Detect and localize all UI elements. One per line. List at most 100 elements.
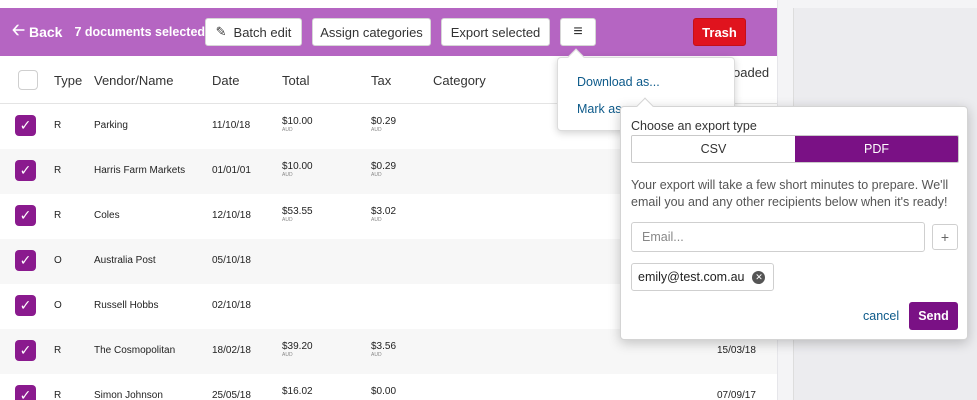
selected-count: 7 documents selected <box>74 25 206 39</box>
export-popover: Choose an export type CSV PDF Your expor… <box>620 97 968 340</box>
row-tax: $0.29 AUD <box>371 161 396 178</box>
row-total: $10.00 AUD <box>282 116 313 133</box>
trash-button[interactable]: Trash <box>693 18 746 46</box>
row-type: R <box>54 390 62 400</box>
checkmark-icon: ✓ <box>19 207 32 223</box>
hamburger-icon: ≡ <box>573 23 583 40</box>
row-checkbox[interactable]: ✓ <box>15 340 36 361</box>
row-total: $39.20 AUD <box>282 341 313 358</box>
row-uploaded: 15/03/18 <box>717 345 756 356</box>
arrow-left-icon: 🡠 <box>12 21 25 39</box>
row-vendor: The Cosmopolitan <box>94 345 176 356</box>
email-input[interactable] <box>631 222 925 252</box>
selection-toolbar: 🡠 Back 7 documents selected ✎ Batch edit… <box>0 8 777 56</box>
header-date[interactable]: Date <box>212 73 239 88</box>
row-vendor: Russell Hobbs <box>94 300 159 311</box>
row-total-value: $53.55 <box>282 206 313 217</box>
row-type: O <box>54 255 62 266</box>
row-checkbox[interactable]: ✓ <box>15 115 36 136</box>
row-date: 12/10/18 <box>212 210 251 221</box>
row-total: $10.00 AUD <box>282 161 313 178</box>
row-vendor: Simon Johnson <box>94 390 163 400</box>
checkmark-icon: ✓ <box>19 252 32 268</box>
row-vendor: Coles <box>94 210 120 221</box>
export-type-title: Choose an export type <box>631 119 757 133</box>
export-message: Your export will take a few short minute… <box>631 178 949 209</box>
row-vendor: Harris Farm Markets <box>94 165 186 176</box>
back-label: Back <box>28 24 63 40</box>
table-row[interactable]: ✓ R Simon Johnson 25/05/18 $16.02 $0.00 07/09/… <box>0 374 777 400</box>
menu-item-download-as[interactable]: Download as... <box>577 75 660 89</box>
row-date: 11/10/18 <box>212 120 251 131</box>
recipient-chip: emily@test.com.au ✕ <box>631 263 775 291</box>
checkmark-icon: ✓ <box>19 342 32 358</box>
batch-edit-label: Batch edit <box>233 24 292 40</box>
remove-recipient-icon[interactable]: ✕ <box>752 270 766 284</box>
checkmark-icon: ✓ <box>19 162 32 178</box>
row-tax: $3.56 AUD <box>371 341 396 358</box>
checkmark-icon: ✓ <box>19 387 32 400</box>
row-date: 18/02/18 <box>212 345 251 356</box>
row-type: R <box>54 345 62 356</box>
row-total: $53.55 AUD <box>282 206 313 223</box>
row-total-currency: AUD <box>282 352 293 358</box>
row-checkbox[interactable]: ✓ <box>15 205 36 226</box>
header-type[interactable]: Type <box>54 73 82 88</box>
send-button[interactable]: Send <box>909 302 958 330</box>
recipient-email: emily@test.com.au <box>638 270 745 284</box>
row-uploaded: 07/09/17 <box>717 390 756 400</box>
row-checkbox[interactable]: ✓ <box>15 385 36 400</box>
row-type: R <box>54 210 62 221</box>
checkmark-icon: ✓ <box>19 297 32 313</box>
row-total-currency: AUD <box>282 172 293 178</box>
row-type: R <box>54 165 62 176</box>
header-total[interactable]: Total <box>282 73 309 88</box>
header-category[interactable]: Category <box>433 73 486 88</box>
row-tax-currency: AUD <box>371 352 382 358</box>
export-selected-button[interactable]: Export selected <box>441 18 550 46</box>
row-tax-value: $0.29 <box>371 161 397 172</box>
row-total-value: $10.00 <box>282 116 313 127</box>
row-tax-value: $0.00 <box>371 386 397 397</box>
row-total: $16.02 <box>282 386 313 398</box>
row-checkbox[interactable]: ✓ <box>15 295 36 316</box>
row-total-currency: AUD <box>282 217 293 223</box>
row-date: 05/10/18 <box>212 255 251 266</box>
back-button[interactable]: 🡠 Back <box>12 19 62 46</box>
row-tax-value: $3.56 <box>371 341 397 352</box>
row-tax-value: $0.29 <box>371 116 397 127</box>
export-type-toggle: CSV PDF <box>631 135 959 163</box>
row-tax-currency: AUD <box>371 172 382 178</box>
menu-item-mark-as[interactable]: Mark as <box>577 102 621 116</box>
row-date: 02/10/18 <box>212 300 251 311</box>
cancel-link[interactable]: cancel <box>863 309 899 323</box>
row-tax-currency: AUD <box>371 217 382 223</box>
row-date: 25/05/18 <box>212 390 251 400</box>
assign-categories-button[interactable]: Assign categories <box>312 18 431 46</box>
row-date: 01/01/01 <box>212 165 251 176</box>
row-tax: $0.00 <box>371 386 396 398</box>
header-vendor[interactable]: Vendor/Name <box>94 73 174 88</box>
export-option-csv[interactable]: CSV <box>632 136 795 162</box>
row-tax-value: $3.02 <box>371 206 397 217</box>
row-total-value: $10.00 <box>282 161 313 172</box>
select-all-checkbox[interactable] <box>18 70 38 90</box>
header-uploaded[interactable]: oaded <box>733 65 769 80</box>
row-checkbox[interactable]: ✓ <box>15 250 36 271</box>
row-checkbox[interactable]: ✓ <box>15 160 36 181</box>
row-vendor: Parking <box>94 120 128 131</box>
row-tax: $0.29 AUD <box>371 116 396 133</box>
add-recipient-button[interactable]: + <box>932 224 958 250</box>
more-menu-button[interactable]: ≡ <box>560 18 596 46</box>
batch-edit-button[interactable]: ✎ Batch edit <box>205 18 302 46</box>
row-total-currency: AUD <box>282 127 293 133</box>
row-type: R <box>54 120 62 131</box>
documents-page: cu ll 🡠 Back 7 documents selected ✎ Batc… <box>0 0 977 400</box>
row-tax: $3.02 AUD <box>371 206 396 223</box>
export-option-pdf[interactable]: PDF <box>795 136 958 162</box>
row-type: O <box>54 300 62 311</box>
checkmark-icon: ✓ <box>19 117 32 133</box>
row-vendor: Australia Post <box>94 255 156 266</box>
header-tax[interactable]: Tax <box>371 73 391 88</box>
row-total-value: $16.02 <box>282 386 313 397</box>
